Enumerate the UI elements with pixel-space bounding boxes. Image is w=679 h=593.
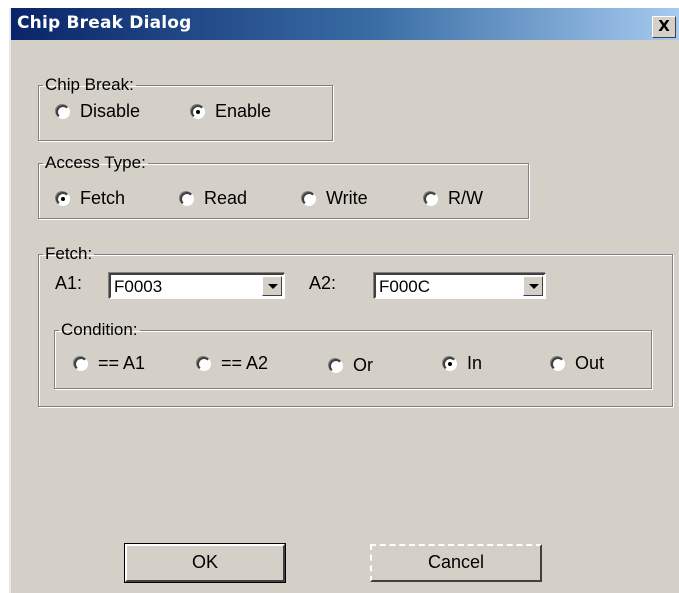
radio-label: In [467, 353, 483, 373]
access-type-legend: Access Type: [45, 153, 146, 172]
a2-label: A2: [309, 273, 337, 293]
radio-access-read[interactable]: Read [180, 188, 247, 209]
radio-condition-in[interactable]: In [443, 353, 482, 374]
radio-button-icon [551, 356, 565, 371]
radio-label: Out [575, 353, 605, 373]
chevron-down-icon[interactable] [523, 276, 543, 296]
radio-button-icon [424, 191, 438, 206]
radio-label: == A2 [221, 353, 269, 373]
radio-chip-break-enable[interactable]: Enable [191, 101, 271, 122]
radio-button-icon [74, 356, 88, 371]
radio-label: Fetch [80, 188, 126, 208]
fetch-legend: Fetch: [45, 244, 93, 263]
a1-label: A1: [55, 273, 83, 293]
window-title: Chip Break Dialog [17, 13, 192, 33]
chip-break-dialog: Chip Break Dialog X Chip Break: Disable … [9, 8, 679, 593]
radio-label: Or [353, 355, 373, 375]
chip-break-legend: Chip Break: [45, 75, 134, 94]
radio-condition-out[interactable]: Out [551, 353, 604, 374]
radio-label: Enable [215, 101, 272, 121]
radio-access-write[interactable]: Write [302, 188, 368, 209]
close-button[interactable]: X [652, 16, 676, 38]
access-type-group: Access Type: [38, 154, 529, 219]
radio-button-icon [180, 191, 194, 206]
radio-label: Read [204, 188, 248, 208]
radio-button-icon [443, 356, 457, 371]
radio-condition-eq-a2[interactable]: == A2 [197, 353, 268, 374]
radio-button-icon [329, 358, 343, 373]
a1-combobox[interactable]: F0003 [109, 273, 285, 299]
radio-label: R/W [448, 188, 483, 208]
condition-legend: Condition: [61, 320, 138, 339]
radio-button-icon [56, 191, 70, 206]
cancel-button[interactable]: Cancel [370, 544, 542, 582]
a2-combobox[interactable]: F000C [374, 273, 546, 299]
ok-button[interactable]: OK [124, 543, 286, 583]
title-bar: Chip Break Dialog X [11, 8, 679, 40]
radio-label: Write [326, 188, 368, 208]
radio-button-icon [56, 104, 70, 119]
radio-chip-break-disable[interactable]: Disable [56, 101, 140, 122]
radio-label: == A1 [98, 353, 146, 373]
radio-condition-eq-a1[interactable]: == A1 [74, 353, 145, 374]
radio-button-icon [191, 104, 205, 119]
radio-button-icon [197, 356, 211, 371]
radio-access-fetch[interactable]: Fetch [56, 188, 125, 209]
a2-value: F000C [379, 277, 431, 296]
radio-condition-or[interactable]: Or [329, 355, 373, 376]
a1-value: F0003 [114, 277, 163, 296]
radio-label: Disable [80, 101, 141, 121]
radio-button-icon [302, 191, 316, 206]
radio-access-rw[interactable]: R/W [424, 188, 483, 209]
chevron-down-icon[interactable] [262, 276, 282, 296]
